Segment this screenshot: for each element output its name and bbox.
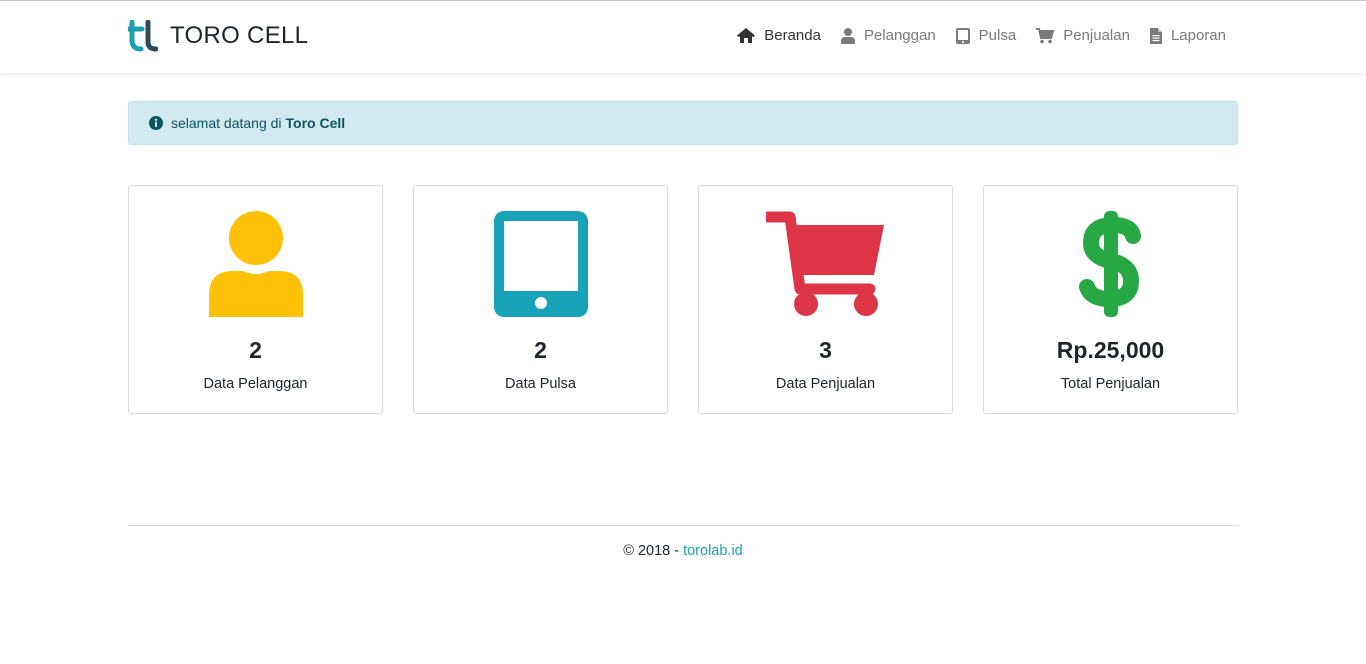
main-nav: Beranda Pelanggan Pulsa Penjualan Lapora… [717, 27, 1226, 44]
cart-icon [1036, 27, 1055, 43]
toro-logo-icon [128, 20, 158, 52]
info-circle-icon [149, 116, 163, 130]
user-icon [840, 27, 855, 44]
brand[interactable]: TORO CELL [128, 20, 308, 52]
footer-divider [128, 525, 1238, 526]
nav-label-penjualan: Penjualan [1063, 27, 1130, 44]
dollar-icon [1078, 210, 1141, 317]
nav-label-pelanggan: Pelanggan [863, 27, 936, 44]
nav-label-beranda: Beranda [764, 27, 821, 44]
card-label: Total Penjualan [1060, 376, 1161, 392]
card-value: 3 [819, 337, 832, 363]
tablet-icon [955, 27, 970, 44]
alert-text: selamat datang di [171, 115, 282, 131]
card-value: 2 [534, 337, 547, 363]
nav-item-pulsa[interactable]: Pulsa [955, 27, 1017, 44]
card-total-penjualan[interactable]: Rp.25,000 Total Penjualan [983, 185, 1238, 414]
card-label: Data Pulsa [505, 376, 576, 392]
tablet-icon [493, 210, 588, 317]
card-data-penjualan[interactable]: 3 Data Penjualan [698, 185, 953, 414]
nav-item-penjualan[interactable]: Penjualan [1036, 27, 1130, 44]
card-data-pelanggan[interactable]: 2 Data Pelanggan [128, 185, 383, 414]
card-value: Rp.25,000 [1056, 337, 1165, 363]
home-icon [737, 28, 756, 43]
footer: © 2018 - torolab.id [0, 543, 1366, 559]
file-icon [1149, 27, 1162, 44]
card-label: Data Pelanggan [203, 376, 308, 392]
nav-label-pulsa: Pulsa [978, 27, 1017, 44]
footer-link[interactable]: torolab.id [683, 543, 743, 559]
card-data-pulsa[interactable]: 2 Data Pulsa [413, 185, 668, 414]
brand-name: TORO CELL [170, 22, 309, 49]
nav-item-pelanggan[interactable]: Pelanggan [840, 27, 936, 44]
user-icon [208, 210, 303, 317]
welcome-alert: selamat datang di Toro Cell [128, 101, 1238, 145]
nav-item-laporan[interactable]: Laporan [1149, 27, 1226, 44]
nav-item-beranda[interactable]: Beranda [737, 27, 821, 44]
footer-copyright: © 2018 - [623, 543, 684, 559]
card-label: Data Penjualan [775, 376, 876, 392]
cart-icon [765, 211, 884, 316]
navbar: TORO CELL Beranda Pelanggan Pulsa Penjua… [0, 0, 1366, 73]
alert-highlight: Toro Cell [285, 115, 346, 131]
nav-label-laporan: Laporan [1170, 27, 1226, 44]
card-value: 2 [249, 337, 262, 363]
